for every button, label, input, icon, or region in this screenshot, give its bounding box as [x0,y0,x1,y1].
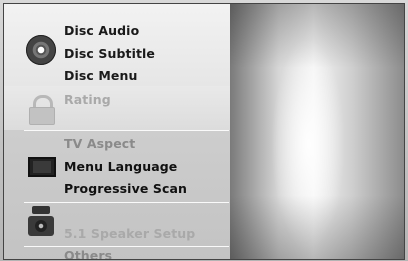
preview-panel [230,4,404,259]
others-settings-group[interactable]: Others [4,246,230,259]
setup-screen: Disc Audio Disc Subtitle Disc Menu Ratin… [0,0,408,261]
menu-item-disc-subtitle[interactable]: Disc Subtitle [64,46,155,61]
display-settings-group[interactable]: TV Aspect Menu Language Progressive Scan [4,130,230,202]
tv-icon [28,157,56,177]
audio-settings-group[interactable]: 5.1 Speaker Setup [4,202,230,246]
speaker-icon [26,206,56,238]
setup-menu-frame: Disc Audio Disc Subtitle Disc Menu Ratin… [3,3,405,260]
menu-item-disc-menu[interactable]: Disc Menu [64,68,137,83]
speaker-top [32,206,50,214]
menu-item-speaker-setup[interactable]: 5.1 Speaker Setup [64,226,195,241]
lock-body [29,107,55,125]
disc-icon [26,35,56,65]
lock-icon [28,95,55,125]
disc-settings-group[interactable]: Disc Audio Disc Subtitle Disc Menu [4,4,231,86]
speaker-cone [35,220,47,232]
menu-item-others[interactable]: Others [64,248,112,259]
menu-column: Disc Audio Disc Subtitle Disc Menu Ratin… [4,4,231,259]
lock-settings-group[interactable]: Rating [4,86,230,130]
menu-item-disc-audio[interactable]: Disc Audio [64,23,139,38]
menu-item-menu-language[interactable]: Menu Language [64,159,177,174]
menu-item-rating[interactable]: Rating [64,92,111,107]
menu-item-progressive-scan[interactable]: Progressive Scan [64,181,187,196]
menu-item-tv-aspect[interactable]: TV Aspect [64,136,135,151]
